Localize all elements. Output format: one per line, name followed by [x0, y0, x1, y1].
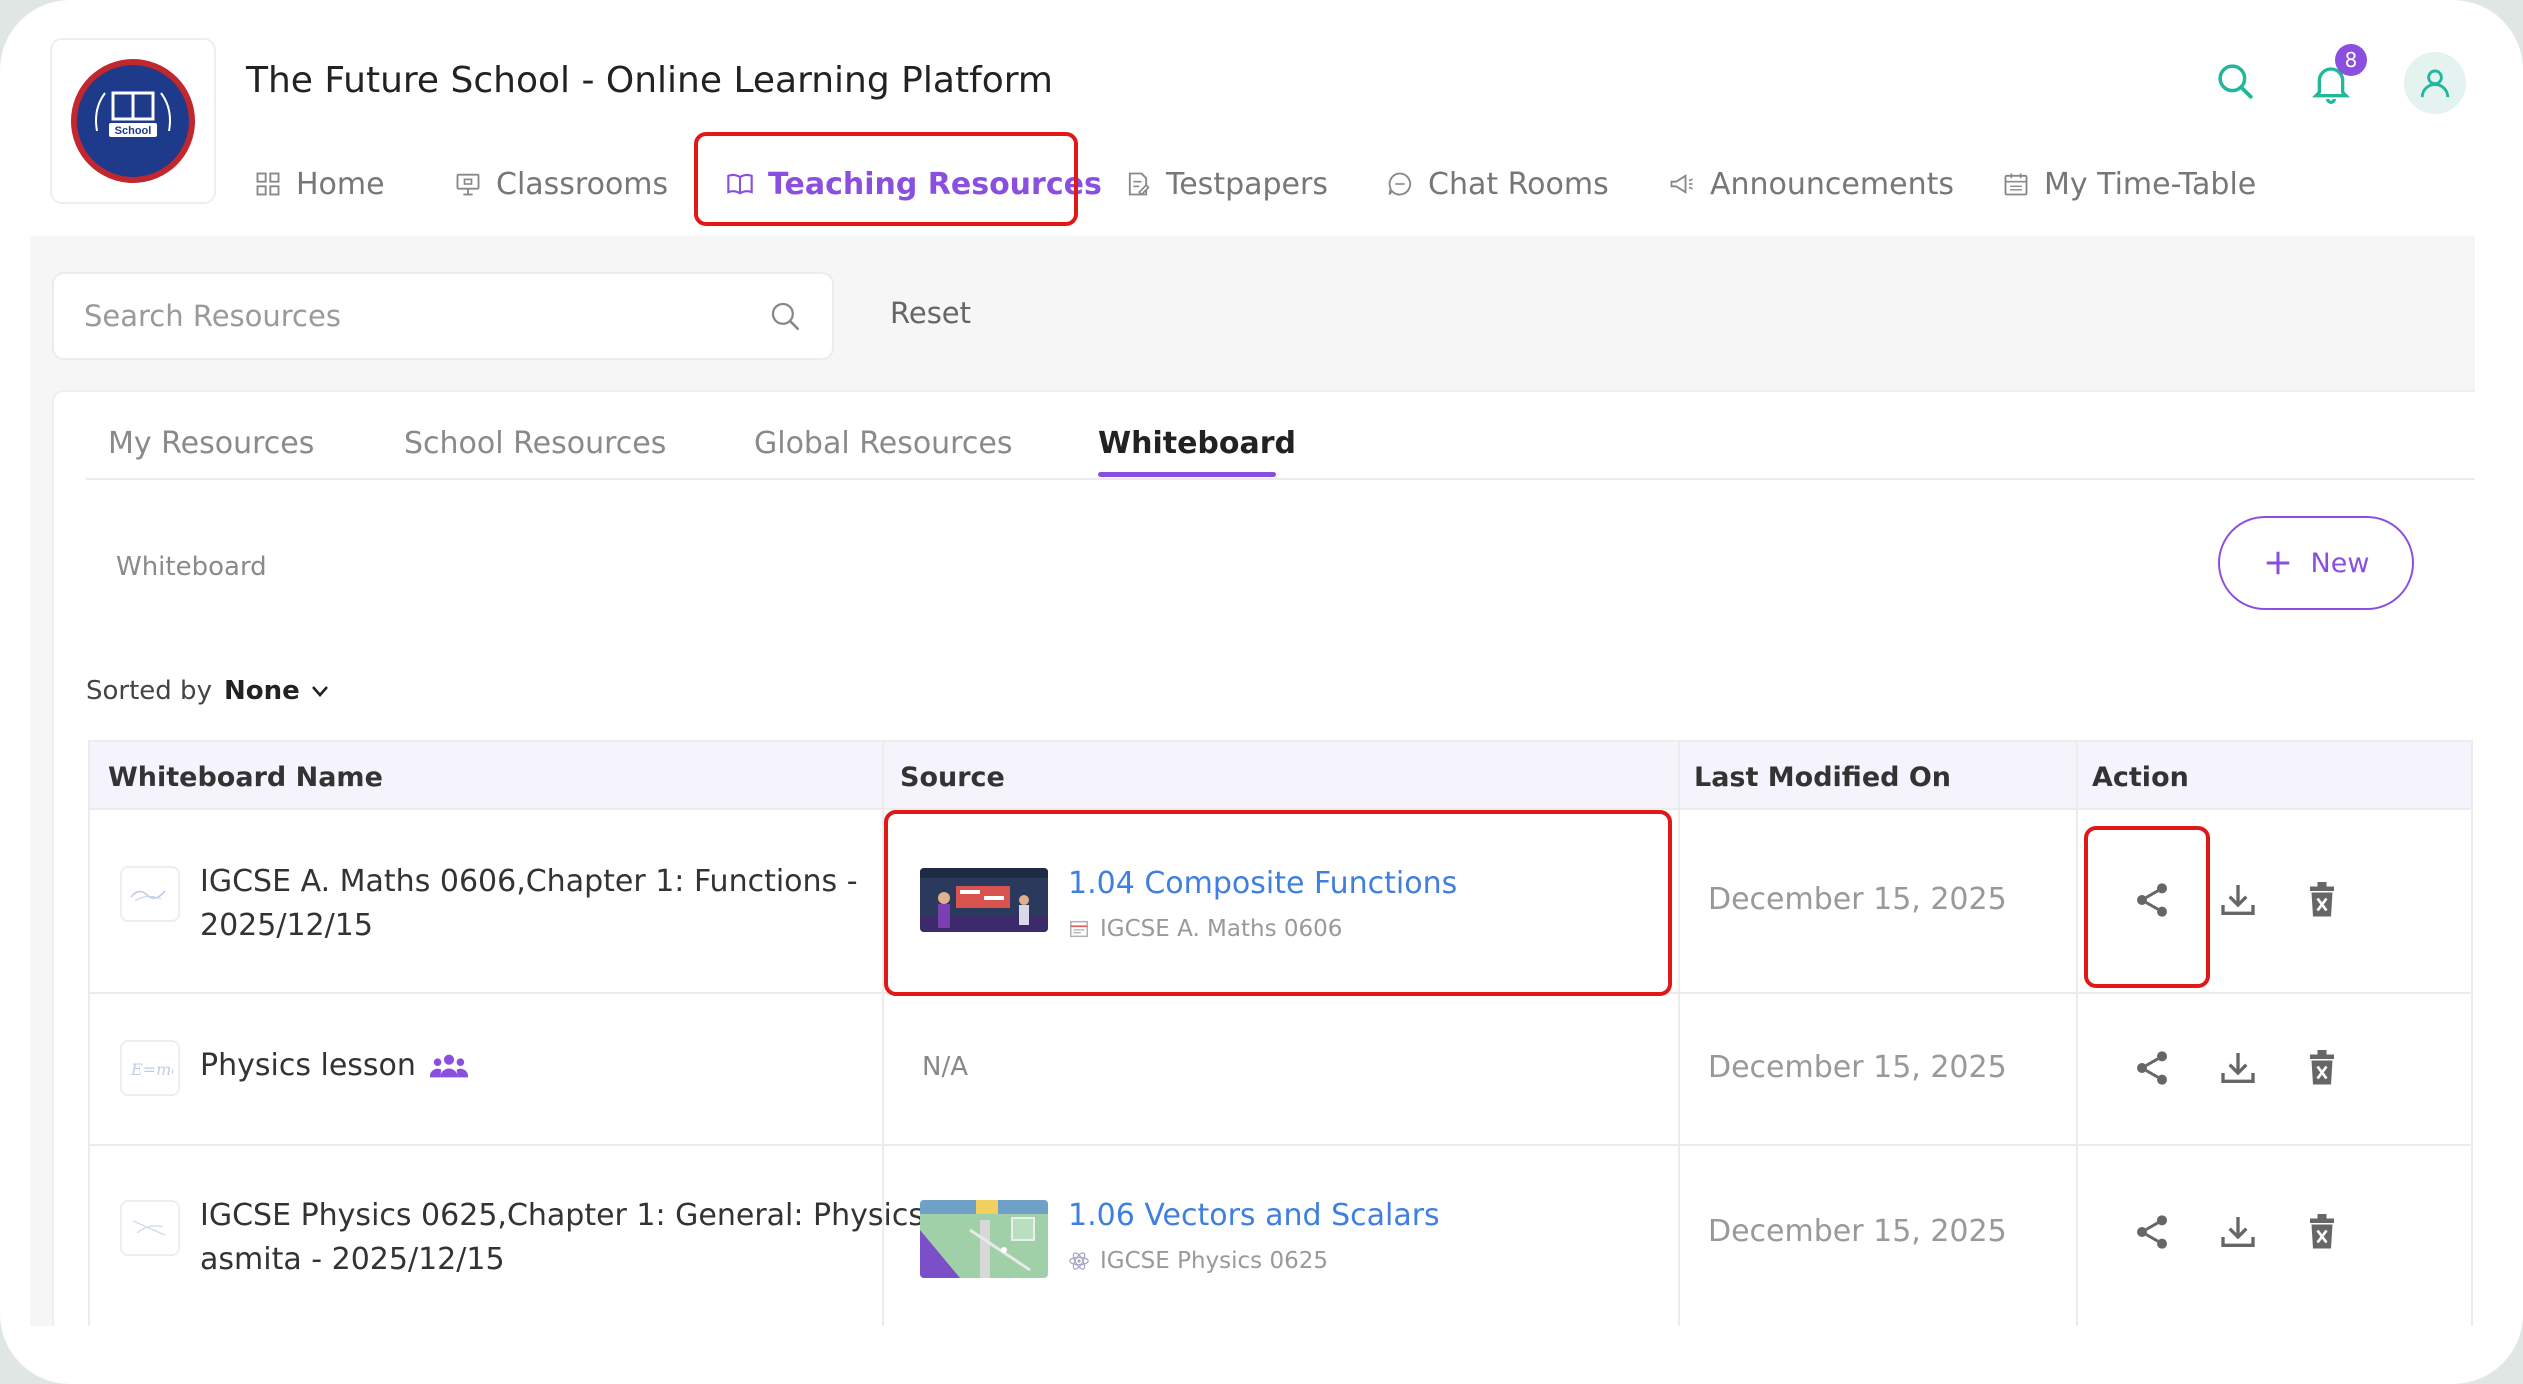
logo-emblem: School [71, 59, 195, 183]
nav-label: Teaching Resources [768, 166, 1102, 202]
whiteboard-thumbnail: E=mc [120, 1040, 180, 1096]
presentation-icon [456, 173, 480, 196]
whiteboard-name-line: IGCSE Physics 0625,Chapter 1: General: P… [200, 1198, 924, 1233]
nav-testpapers[interactable]: Testpapers [1124, 160, 1328, 208]
table-row[interactable]: IGCSE Physics 0625,Chapter 1: General: P… [90, 1146, 2471, 1326]
nav-teaching-resources[interactable]: Teaching Resources [726, 160, 1102, 208]
notification-badge: 8 [2335, 44, 2367, 76]
shared-group-icon [429, 1054, 468, 1078]
table-row[interactable]: IGCSE A. Maths 0606,Chapter 1: Functions… [90, 810, 2471, 994]
whiteboard-table: Whiteboard Name Source Last Modified On … [88, 740, 2473, 1326]
sort-control: Sorted by None [86, 676, 332, 706]
source-video-thumbnail[interactable] [920, 1200, 1048, 1278]
delete-icon[interactable] [2300, 1046, 2344, 1090]
book-icon [727, 173, 753, 195]
share-icon[interactable] [2130, 878, 2174, 922]
source-na: N/A [922, 1052, 968, 1082]
nav-label: Home [296, 166, 385, 202]
nav-label: Chat Rooms [1428, 166, 1609, 202]
share-icon[interactable] [2130, 1046, 2174, 1090]
reset-button[interactable]: Reset [890, 296, 971, 330]
user-icon [2420, 69, 2450, 98]
app-frame: School The Future School - Online Learni… [0, 0, 2523, 1384]
tab-global-resources[interactable]: Global Resources [754, 426, 1012, 461]
source-video-thumbnail[interactable] [920, 868, 1048, 932]
nav-classrooms[interactable]: Classrooms [454, 160, 668, 208]
logo-text: School [115, 125, 152, 137]
avatar[interactable] [2404, 52, 2466, 114]
grid-icon [256, 172, 280, 196]
tab-whiteboard[interactable]: Whiteboard [1098, 426, 1296, 461]
plus-icon [2266, 551, 2289, 575]
whiteboard-thumbnail [120, 1200, 180, 1256]
last-modified: December 15, 2025 [1708, 882, 2007, 917]
source-link[interactable]: 1.04 Composite Functions [1068, 866, 1457, 901]
source-course: IGCSE A. Maths 0606 [1068, 916, 1342, 942]
whiteboard-name-line: asmita - 2025/12/15 [200, 1242, 505, 1277]
source-course: IGCSE Physics 0625 [1068, 1248, 1328, 1274]
calendar-icon [2004, 173, 2028, 196]
source-course-name: IGCSE A. Maths 0606 [1100, 916, 1343, 942]
col-header-source: Source [900, 762, 1005, 793]
table-header: Whiteboard Name Source Last Modified On … [90, 740, 2471, 810]
source-course-name: IGCSE Physics 0625 [1100, 1248, 1329, 1274]
share-icon[interactable] [2130, 1210, 2174, 1254]
nav-chat-rooms[interactable]: Chat Rooms [1386, 160, 1609, 208]
nav-label: Announcements [1710, 166, 1954, 202]
col-header-modified: Last Modified On [1694, 762, 1952, 793]
chevron-down-icon [311, 686, 328, 697]
search-icon[interactable] [768, 299, 802, 333]
svg-text:E=mc: E=mc [130, 1060, 173, 1079]
document-edit-icon [1128, 172, 1150, 196]
nav-home[interactable]: Home [254, 160, 385, 208]
search-input[interactable] [84, 299, 768, 333]
delete-icon[interactable] [2300, 1210, 2344, 1254]
section-label: Whiteboard [116, 552, 267, 582]
whiteboard-name-line: Physics lesson [200, 1048, 416, 1083]
nav-label: My Time-Table [2044, 166, 2257, 202]
atom-icon [1069, 1252, 1089, 1270]
search-icon[interactable] [2212, 58, 2258, 104]
col-header-action: Action [2092, 762, 2189, 793]
tab-my-resources[interactable]: My Resources [108, 426, 314, 461]
tab-school-resources[interactable]: School Resources [404, 426, 666, 461]
whiteboard-name[interactable]: IGCSE Physics 0625,Chapter 1: General: P… [200, 1194, 924, 1282]
whiteboard-thumbnail [120, 866, 180, 922]
download-icon[interactable] [2216, 1046, 2260, 1090]
nav-time-table[interactable]: My Time-Table [2002, 160, 2256, 208]
sort-value: None [223, 676, 300, 706]
nav-announcements[interactable]: Announcements [1668, 160, 1954, 208]
whiteboard-name-line: IGCSE A. Maths 0606,Chapter 1: Functions… [200, 864, 858, 899]
tabs-divider [86, 478, 2475, 480]
nav-label: Testpapers [1166, 166, 1328, 202]
source-link[interactable]: 1.06 Vectors and Scalars [1068, 1198, 1440, 1233]
chat-icon [1388, 172, 1412, 196]
sort-label: Sorted by [86, 676, 212, 706]
app-title: The Future School - Online Learning Plat… [246, 60, 1053, 101]
search-box [52, 272, 834, 360]
last-modified: December 15, 2025 [1708, 1050, 2007, 1085]
course-icon [1070, 920, 1088, 938]
whiteboard-name[interactable]: Physics lesson [200, 1044, 468, 1088]
last-modified: December 15, 2025 [1708, 1214, 2007, 1249]
table-row[interactable]: E=mc Physics lesson N/A December 15, 202… [90, 994, 2471, 1146]
active-tab-indicator [1098, 472, 1276, 477]
whiteboard-name[interactable]: IGCSE A. Maths 0606,Chapter 1: Functions… [200, 860, 858, 948]
delete-icon[interactable] [2300, 878, 2344, 922]
download-icon[interactable] [2216, 1210, 2260, 1254]
new-button-label: New [2310, 547, 2370, 579]
whiteboard-name-line: 2025/12/15 [200, 908, 373, 943]
download-icon[interactable] [2216, 878, 2260, 922]
col-header-name: Whiteboard Name [108, 762, 383, 793]
nav-label: Classrooms [496, 166, 669, 202]
megaphone-icon [1670, 174, 1693, 194]
sort-dropdown[interactable]: None [224, 676, 332, 706]
new-whiteboard-button[interactable]: New [2218, 516, 2414, 610]
school-logo[interactable]: School [50, 38, 216, 204]
